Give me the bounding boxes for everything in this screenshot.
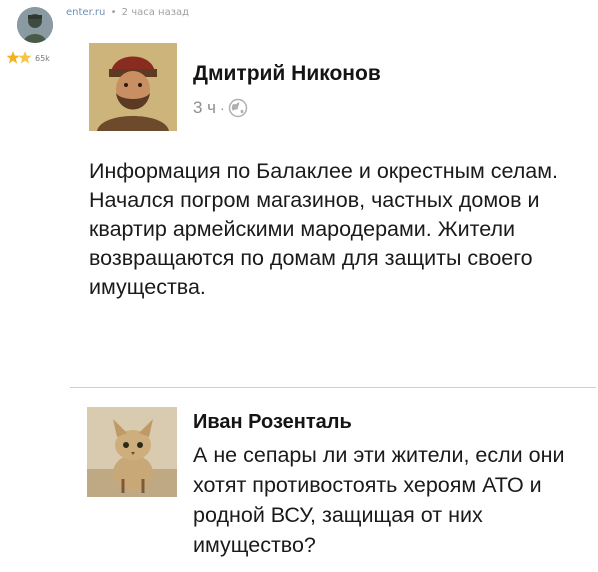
avatar-image xyxy=(17,7,53,43)
reply-avatar-image xyxy=(87,407,177,497)
post-time-row: 3 ч · xyxy=(193,98,248,118)
time-separator: · xyxy=(220,100,225,116)
divider xyxy=(70,387,596,388)
author-name[interactable]: Дмитрий Никонов xyxy=(193,61,381,87)
post-paragraph: Начался погром магазинов, частных домов … xyxy=(89,188,540,299)
reply-author-name[interactable]: Иван Розенталь xyxy=(193,410,352,434)
rating-stars-icon xyxy=(7,51,32,64)
source-link[interactable]: enter.ru xyxy=(66,7,105,18)
user-avatar[interactable] xyxy=(17,7,53,43)
post-time[interactable]: 3 ч xyxy=(193,98,216,118)
reply-text: А не сепары ли эти жители, если они хотя… xyxy=(193,443,565,557)
globe-icon xyxy=(228,98,247,118)
author-avatar[interactable] xyxy=(89,43,177,131)
screenshot-page: enter.ru • 2 часа назад 65k Дмитрий Нико… xyxy=(0,0,598,572)
meta-separator: • xyxy=(110,7,117,18)
post-meta: enter.ru • 2 часа назад xyxy=(66,7,189,19)
author-avatar-image xyxy=(89,43,177,131)
post-paragraph: Информация по Балаклее и окрестным селам… xyxy=(89,159,559,183)
post-body: Информация по Балаклее и окрестным селам… xyxy=(89,157,589,302)
rating-count: 65k xyxy=(35,54,50,63)
time-ago: 2 часа назад xyxy=(121,7,190,18)
reply-author-avatar[interactable] xyxy=(87,407,177,497)
